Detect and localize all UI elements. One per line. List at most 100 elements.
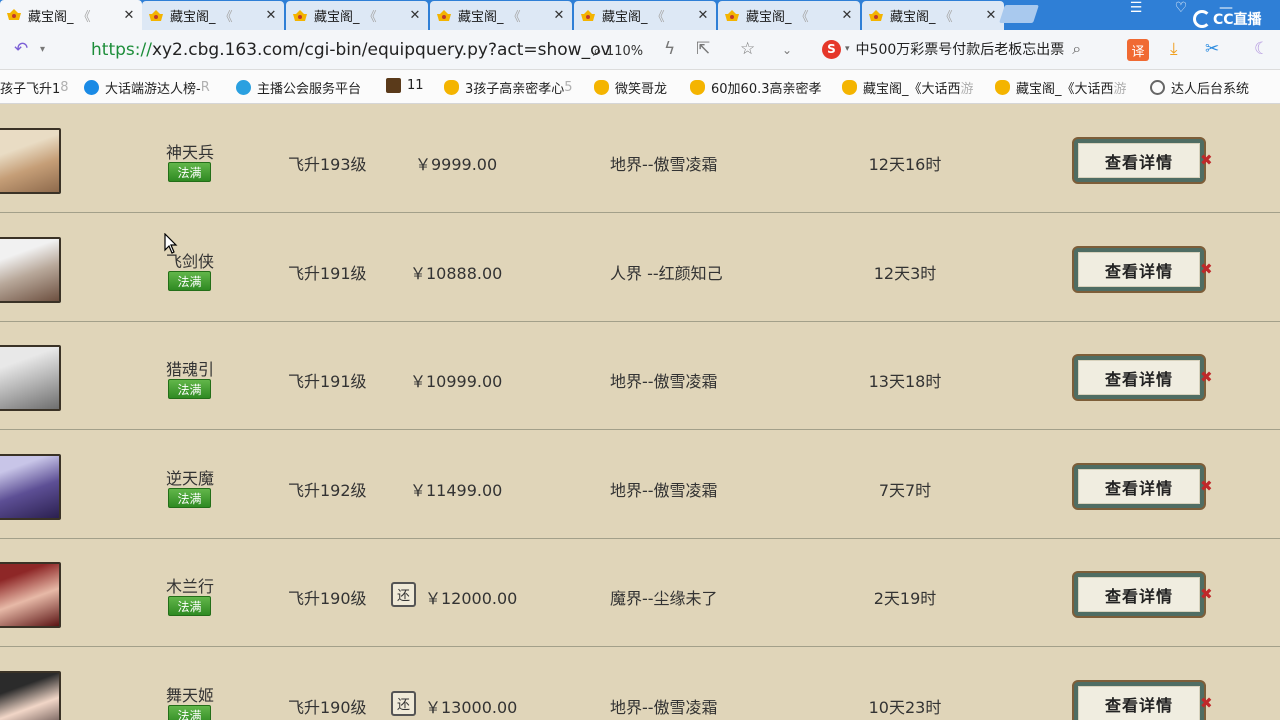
character-avatar[interactable] [0, 562, 61, 628]
row-divider [0, 212, 1280, 213]
character-level: 飞升190级 [288, 589, 367, 608]
browser-tab[interactable]: 藏宝阁_ 《 ✕ [286, 1, 428, 30]
skill-badge: 法满 [168, 488, 211, 508]
view-details-button[interactable]: 查看详情 ✖ [1072, 571, 1213, 618]
character-avatar[interactable] [0, 454, 61, 520]
zoom-indicator[interactable]: ⌕ 110% [593, 41, 643, 61]
character-name: 舞天姬 [165, 686, 214, 705]
tab-close-icon[interactable]: ✕ [408, 8, 422, 23]
download-icon[interactable]: ⤓ [1170, 39, 1178, 59]
tab-title: 藏宝阁_ 《 [746, 10, 809, 25]
view-details-label: 查看详情 [1078, 469, 1200, 504]
search-box[interactable]: S ▾ 中500万彩票号付款后老板忘出票 ⌕ [822, 39, 1081, 59]
character-level: 飞升193级 [288, 155, 367, 174]
browser-tab[interactable]: 藏宝阁_ 《 ✕ [862, 1, 1004, 30]
undo-icon[interactable]: ↶ [14, 39, 28, 59]
character-level: 飞升192级 [288, 481, 367, 500]
skill-badge: 法满 [168, 596, 211, 616]
bookmark-item[interactable]: 3孩子高亲密孝心 5 [444, 78, 573, 97]
search-engine-dropdown-icon[interactable]: ▾ [845, 44, 850, 54]
scissors-icon[interactable]: ✂ [1205, 39, 1219, 59]
view-details-label: 查看详情 [1078, 577, 1200, 612]
cbg-favicon-icon [581, 9, 595, 21]
tab-title: 藏宝阁_ 《 [170, 10, 233, 25]
character-avatar[interactable] [0, 671, 61, 720]
chevron-down-icon[interactable]: ⌄ [782, 43, 792, 57]
tab-close-icon[interactable]: ✕ [696, 8, 710, 23]
translate-button[interactable]: 译 [1127, 39, 1149, 61]
bookmark-star-icon[interactable]: ☆ [740, 39, 755, 59]
moon-icon[interactable]: ☾ [1254, 39, 1269, 59]
search-icon[interactable]: ⌕ [1072, 39, 1081, 59]
character-avatar[interactable] [0, 237, 61, 303]
view-details-button[interactable]: 查看详情 ✖ [1072, 463, 1213, 510]
view-details-button[interactable]: 查看详情 ✖ [1072, 137, 1213, 184]
bookmark-item[interactable]: 达人后台系统 [1150, 78, 1249, 97]
price: ￥13000.00 [425, 698, 518, 717]
view-details-button[interactable]: 查看详情 ✖ [1072, 680, 1213, 720]
flash-icon[interactable]: ϟ [664, 39, 675, 59]
tab-close-icon[interactable]: ✕ [122, 8, 136, 23]
bookmark-item[interactable]: 11 [386, 78, 424, 93]
bookmark-item[interactable]: 60加60.3高亲密孝 [690, 78, 822, 97]
bookmark-label-fade: 5 [564, 80, 573, 95]
bookmark-label: 大话端游达人榜- [105, 82, 201, 97]
new-tab-button[interactable] [999, 5, 1039, 23]
bookmark-item[interactable]: 主播公会服务平台 [236, 78, 361, 97]
row-divider [0, 646, 1280, 647]
view-details-label: 查看详情 [1078, 360, 1200, 395]
menu-icon[interactable]: ☰ [1127, 0, 1145, 18]
browser-tab[interactable]: 藏宝阁_ 《 ✕ [430, 1, 572, 30]
tab-close-icon[interactable]: ✕ [840, 8, 854, 23]
bookmark-item[interactable]: 孩子飞升1 8 [0, 78, 69, 97]
view-details-button[interactable]: 查看详情 ✖ [1072, 354, 1213, 401]
character-name: 神天兵 [165, 143, 214, 162]
zoom-icon: ⌕ [593, 41, 602, 60]
bookmark-cbg-icon [842, 80, 857, 95]
character-avatar[interactable] [0, 345, 61, 411]
bookmarks-bar: 孩子飞升1 8 大话端游达人榜- R 主播公会服务平台 11 3孩子高亲密孝心 5 微笑哥龙 60… [0, 70, 1280, 104]
server-name: 地界--傲雪凌霜 [610, 481, 718, 500]
bookmark-item[interactable]: 藏宝阁_《大话西游 [995, 78, 1127, 97]
bookmark-label-fade: R [200, 80, 210, 95]
character-name: 逆天魔 [165, 469, 214, 488]
bookmark-item[interactable]: 微笑哥龙 [594, 78, 667, 97]
browser-tab[interactable]: 藏宝阁_ 《 ✕ [142, 1, 284, 30]
bookmark-cbg-icon [444, 80, 459, 95]
skin-icon[interactable]: ♡ [1172, 0, 1190, 18]
character-name: 飞剑侠 [165, 252, 214, 271]
ribbon-knot-icon: ✖ [1200, 694, 1213, 712]
row-divider [0, 429, 1280, 430]
character-name: 木兰行 [165, 577, 214, 596]
bookmark-label-fade: 8 [60, 80, 69, 95]
browser-tab[interactable]: 藏宝阁_ 《 ✕ [718, 1, 860, 30]
url-protocol: https:// [91, 40, 152, 60]
bookmark-item[interactable]: 大话端游达人榜- R [84, 78, 210, 97]
sogou-search-icon: S [822, 39, 841, 59]
skill-badge: 法满 [168, 379, 211, 399]
listing-row: 木兰行 法满 飞升190级 还 ￥12000.00 魔界--尘缘未了 2天19时 查看详情 ✖ [0, 539, 1280, 647]
refund-icon: 还 [391, 582, 416, 607]
refund-icon: 还 [391, 691, 416, 716]
server-name: 魔界--尘缘未了 [610, 589, 718, 608]
url-input[interactable]: https://xy2.cbg.163.com/cgi-bin/equipque… [91, 40, 611, 60]
view-details-button[interactable]: 查看详情 ✖ [1072, 246, 1213, 293]
bookmark-item[interactable]: 藏宝阁_《大话西游 [842, 78, 974, 97]
mouse-cursor-icon [164, 233, 178, 254]
time-remaining: 10天23时 [868, 698, 942, 717]
browser-tab[interactable]: 藏宝阁_ 《 ✕ [0, 0, 142, 30]
bookmark-cbg-icon [594, 80, 609, 95]
undo-dropdown-icon[interactable]: ▾ [40, 44, 45, 55]
share-icon[interactable]: ⇱ [696, 39, 710, 59]
tab-close-icon[interactable]: ✕ [552, 8, 566, 23]
tab-close-icon[interactable]: ✕ [984, 8, 998, 23]
character-avatar[interactable] [0, 128, 61, 194]
character-level: 飞升190级 [288, 698, 367, 717]
bookmark-label: 11 [407, 78, 424, 93]
bookmark-label: 主播公会服务平台 [257, 82, 362, 97]
skill-badge: 法满 [168, 271, 211, 291]
character-level: 飞升191级 [288, 264, 367, 283]
tab-close-icon[interactable]: ✕ [264, 8, 278, 23]
browser-tab[interactable]: 藏宝阁_ 《 ✕ [574, 1, 716, 30]
cbg-favicon-icon [7, 9, 21, 20]
